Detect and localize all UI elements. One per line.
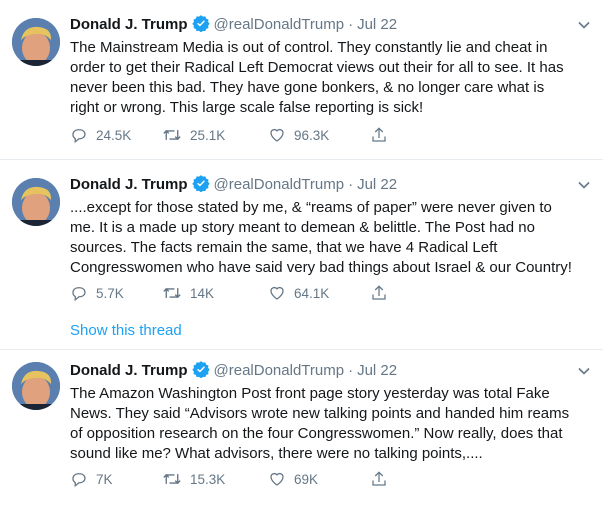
avatar[interactable] [12, 18, 60, 66]
tweet-header: Donald J. Trump @realDonaldTrump · Jul 22 [70, 360, 573, 380]
tweet-date[interactable]: Jul 22 [357, 362, 397, 379]
tweet-text: The Amazon Washington Post front page st… [70, 385, 570, 462]
separator: · [348, 362, 354, 379]
reply-count: 24.5K [96, 127, 132, 143]
like-button[interactable]: 69K [268, 469, 318, 489]
tweet-date[interactable]: Jul 22 [357, 16, 397, 33]
author-name[interactable]: Donald J. Trump [70, 362, 188, 379]
retweet-button[interactable]: 14K [162, 283, 214, 303]
retweet-icon [163, 129, 181, 141]
share-icon [372, 285, 386, 300]
reply-icon [72, 129, 86, 144]
like-button[interactable]: 96.3K [268, 125, 329, 145]
like-icon [270, 286, 284, 300]
retweet-count: 25.1K [190, 127, 226, 143]
reply-count: 5.7K [96, 285, 124, 301]
chevron-down-icon[interactable] [577, 178, 591, 192]
share-button[interactable] [370, 283, 396, 303]
reply-button[interactable]: 24.5K [70, 125, 131, 145]
tweet-actions: 24.5K 25.1K 96.3K [70, 125, 490, 145]
tweet[interactable]: Donald J. Trump @realDonaldTrump · Jul 22 T… [0, 350, 603, 512]
retweet-icon [163, 287, 181, 299]
tweet-actions: 5.7K 14K 64.1K [70, 283, 490, 303]
avatar[interactable] [12, 362, 60, 410]
chevron-down-icon[interactable] [577, 364, 591, 378]
retweet-count: 14K [190, 285, 215, 301]
show-thread-link[interactable]: Show this thread [70, 321, 182, 341]
author-handle[interactable]: @realDonaldTrump [214, 16, 345, 33]
tweet[interactable]: Donald J. Trump @realDonaldTrump · Jul 22 T… [0, 0, 603, 160]
reply-button[interactable]: 5.7K [70, 283, 124, 303]
verified-badge-icon [191, 174, 210, 198]
tweet[interactable]: Donald J. Trump @realDonaldTrump · Jul 22 .… [0, 160, 603, 350]
separator: · [348, 16, 354, 33]
tweet-header: Donald J. Trump @realDonaldTrump · Jul 22 [70, 174, 573, 194]
reply-count: 7K [96, 471, 113, 487]
author-name[interactable]: Donald J. Trump [70, 16, 188, 33]
retweet-icon [163, 473, 181, 485]
share-icon [372, 127, 386, 142]
tweet-text: The Mainstream Media is out of control. … [70, 39, 564, 116]
author-name[interactable]: Donald J. Trump [70, 176, 188, 193]
like-count: 69K [294, 471, 319, 487]
author-handle[interactable]: @realDonaldTrump [214, 176, 345, 193]
like-button[interactable]: 64.1K [268, 283, 329, 303]
like-count: 64.1K [294, 285, 330, 301]
avatar[interactable] [12, 178, 60, 226]
tweet-text: ....except for those stated by me, & “re… [70, 199, 572, 276]
verified-badge-icon [191, 360, 210, 384]
retweet-count: 15.3K [190, 471, 226, 487]
reply-icon [72, 473, 86, 488]
share-icon [372, 471, 386, 486]
retweet-button[interactable]: 25.1K [162, 125, 225, 145]
reply-icon [72, 287, 86, 302]
verified-badge-icon [191, 14, 210, 38]
chevron-down-icon[interactable] [577, 18, 591, 32]
reply-button[interactable]: 7K [70, 469, 113, 489]
separator: · [348, 176, 354, 193]
tweet-actions: 7K 15.3K 69K [70, 469, 490, 489]
retweet-button[interactable]: 15.3K [162, 469, 225, 489]
tweet-date[interactable]: Jul 22 [357, 176, 397, 193]
like-icon [270, 128, 284, 142]
tweet-header: Donald J. Trump @realDonaldTrump · Jul 22 [70, 14, 573, 34]
tweet-feed: Donald J. Trump @realDonaldTrump · Jul 22 T… [0, 0, 603, 512]
author-handle[interactable]: @realDonaldTrump [214, 362, 345, 379]
like-icon [270, 472, 284, 486]
like-count: 96.3K [294, 127, 330, 143]
share-button[interactable] [370, 469, 396, 489]
share-button[interactable] [370, 125, 396, 145]
